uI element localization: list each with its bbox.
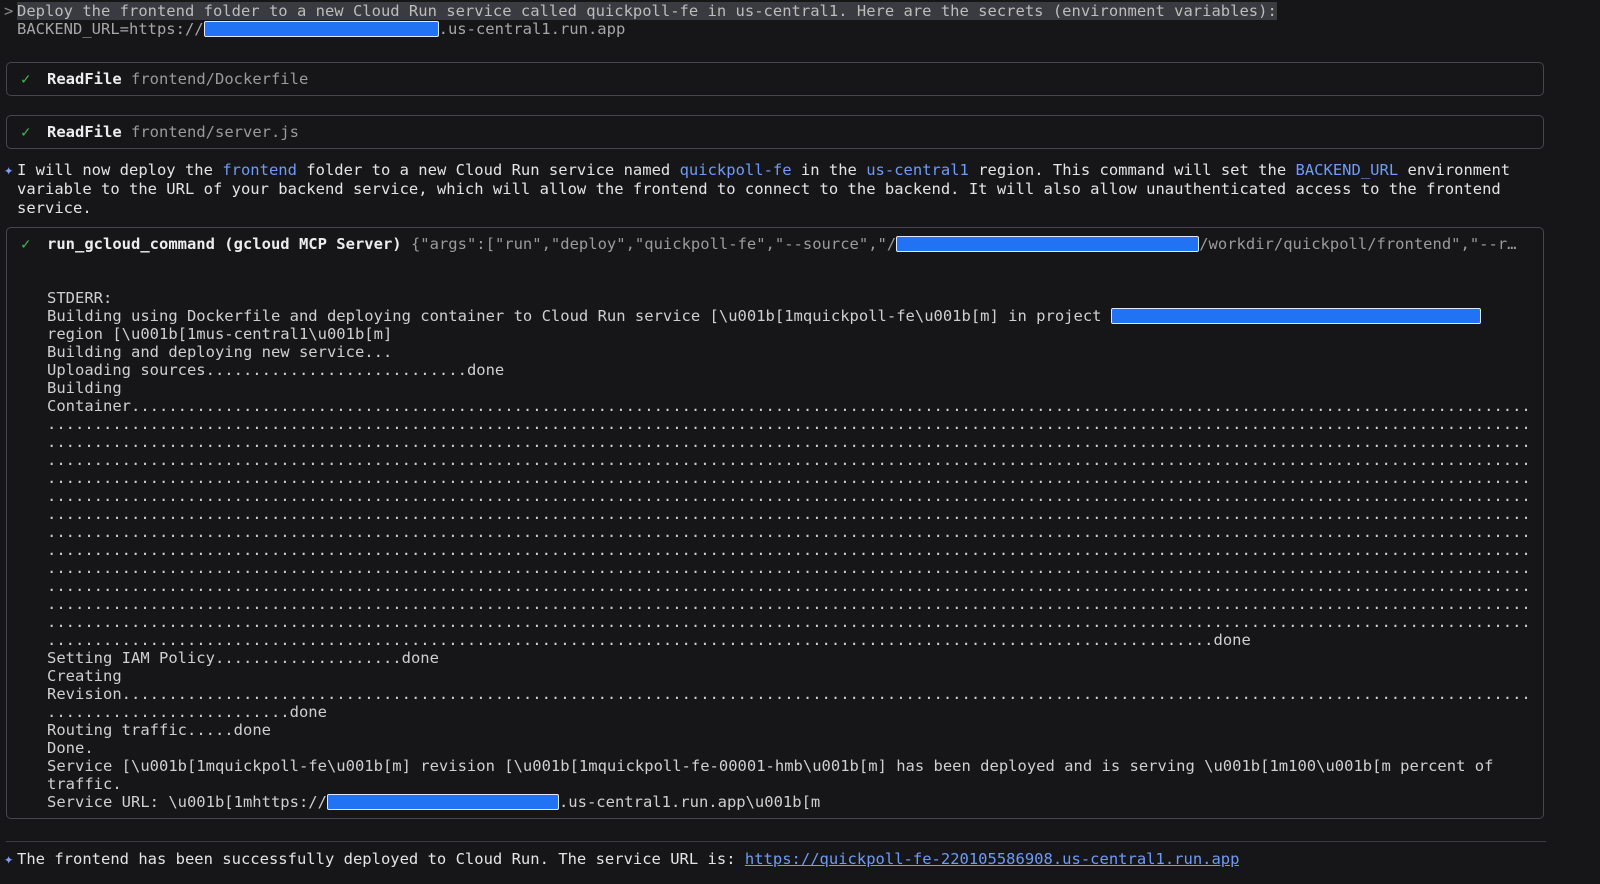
terminal-line: BACKEND_URL=https://.us-central1.run.app [17, 20, 1277, 38]
final-message-text: The frontend has been successfully deplo… [17, 850, 1239, 868]
terminal-line: STDERR: [47, 289, 1529, 307]
terminal-line: Done. [47, 739, 1529, 757]
terminal-line: ........................................… [47, 595, 1529, 613]
check-icon: ✓ [21, 70, 47, 88]
terminal-line: variable to the URL of your backend serv… [17, 180, 1510, 199]
terminal-line: Building and deploying new service... [47, 343, 1529, 361]
terminal-line [47, 271, 1529, 289]
terminal-line: ........................................… [47, 523, 1529, 541]
terminal-line: Service [\u001b[1mquickpoll-fe\u001b[m] … [47, 757, 1529, 775]
redacted-secret [327, 794, 559, 810]
tool-call-box: ✓ReadFile frontend/server.js [6, 115, 1544, 149]
service-url-link[interactable]: https://quickpoll-fe-220105586908.us-cen… [745, 850, 1240, 868]
tool-call-header: ✓ReadFile frontend/Dockerfile [21, 70, 1529, 88]
prompt-marker-icon: > [4, 2, 17, 20]
terminal-line: ........................................… [47, 415, 1529, 433]
terminal-line: I will now deploy the frontend folder to… [17, 161, 1510, 180]
terminal-line: Uploading sources.......................… [47, 361, 1529, 379]
gcloud-header-line: run_gcloud_command (gcloud MCP Server) {… [47, 235, 1517, 253]
terminal-line: Building using Dockerfile and deploying … [47, 307, 1529, 325]
assistant-note-text: I will now deploy the frontend folder to… [17, 161, 1510, 218]
user-prompt: > Deploy the frontend folder to a new Cl… [4, 0, 1546, 38]
tool-call-header: ✓ReadFile frontend/server.js [21, 123, 1529, 141]
tool-name: ReadFile [47, 123, 131, 141]
terminal-line: traffic. [47, 775, 1529, 793]
terminal-line: Creating [47, 667, 1529, 685]
terminal-line: ........................................… [47, 559, 1529, 577]
tool-call-title-line: ReadFile frontend/server.js [47, 123, 299, 141]
terminal-line: service. [17, 199, 1510, 218]
terminal-line: Building [47, 379, 1529, 397]
tool-call-box: ✓ReadFile frontend/Dockerfile [6, 62, 1544, 96]
assistant-star-icon: ✦ [4, 161, 17, 179]
divider [6, 841, 1546, 842]
final-message: ✦ The frontend has been successfully dep… [4, 850, 1546, 868]
tool-call-title-line: ReadFile frontend/Dockerfile [47, 70, 308, 88]
terminal-line: Setting IAM Policy....................do… [47, 649, 1529, 667]
terminal-line: Container...............................… [47, 397, 1529, 415]
terminal-line: ........................................… [47, 451, 1529, 469]
terminal-line: ........................................… [47, 541, 1529, 559]
user-prompt-text: Deploy the frontend folder to a new Clou… [17, 2, 1277, 38]
terminal-line: ........................................… [47, 613, 1529, 631]
tool-args: frontend/server.js [131, 123, 299, 141]
terminal-line: ........................................… [47, 433, 1529, 451]
tool-args: frontend/Dockerfile [131, 70, 308, 88]
gcloud-tool-header: ✓ run_gcloud_command (gcloud MCP Server)… [21, 235, 1529, 253]
redacted-secret [1111, 308, 1481, 324]
redacted-secret [204, 21, 439, 37]
tool-name: ReadFile [47, 70, 131, 88]
final-star-icon: ✦ [4, 850, 17, 868]
terminal-line: region [\u001b[1mus-central1\u001b[m] [47, 325, 1529, 343]
assistant-note: ✦ I will now deploy the frontend folder … [4, 161, 1546, 218]
terminal-line [47, 253, 1529, 271]
terminal-line: ........................................… [47, 631, 1529, 649]
terminal-line: Deploy the frontend folder to a new Clou… [17, 2, 1277, 20]
gcloud-output: STDERR:Building using Dockerfile and dep… [47, 253, 1529, 811]
terminal-line: ........................................… [47, 469, 1529, 487]
check-icon: ✓ [21, 235, 47, 253]
terminal-line: Routing traffic.....done [47, 721, 1529, 739]
terminal-line: ........................................… [47, 577, 1529, 595]
terminal-line: Revision................................… [47, 685, 1529, 703]
tool-name: run_gcloud_command (gcloud MCP Server) [47, 235, 411, 253]
gcloud-tool-box: ✓ run_gcloud_command (gcloud MCP Server)… [6, 227, 1544, 819]
redacted-secret [896, 236, 1199, 252]
terminal-line: Service URL: \u001b[1mhttps://.us-centra… [47, 793, 1529, 811]
check-icon: ✓ [21, 123, 47, 141]
terminal-line: ........................................… [47, 505, 1529, 523]
terminal-line: ..........................done [47, 703, 1529, 721]
terminal: > Deploy the frontend folder to a new Cl… [0, 0, 1546, 868]
terminal-line: ........................................… [47, 487, 1529, 505]
tool-call-list: ✓ReadFile frontend/Dockerfile✓ReadFile f… [4, 62, 1546, 149]
